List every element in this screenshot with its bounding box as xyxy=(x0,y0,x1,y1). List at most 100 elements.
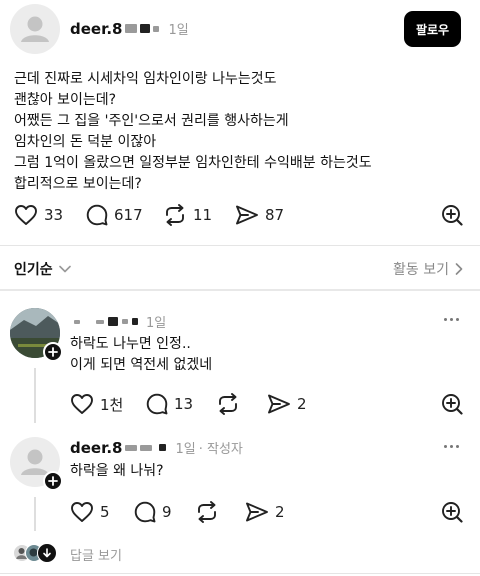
redacted-mark xyxy=(108,317,118,326)
redacted-mark xyxy=(74,319,80,324)
redacted-mark xyxy=(125,444,138,451)
share-button[interactable]: 2 xyxy=(267,393,307,415)
quote-button[interactable] xyxy=(441,393,463,419)
send-icon xyxy=(268,394,290,414)
share-count: 2 xyxy=(297,395,307,413)
thread-line xyxy=(34,497,36,531)
sort-dropdown[interactable]: 인기순 xyxy=(14,259,71,279)
share-count: 87 xyxy=(265,206,285,224)
chevron-down-icon xyxy=(58,265,71,273)
comment-count: 9 xyxy=(162,503,172,521)
follow-plus-badge[interactable] xyxy=(43,342,63,362)
post-username[interactable]: deer.8 xyxy=(70,20,122,38)
divider xyxy=(0,245,480,246)
divider xyxy=(0,573,480,574)
post-line: 괜찮아 보이는데? xyxy=(14,92,117,108)
repost-button[interactable] xyxy=(195,501,219,523)
comment-icon xyxy=(86,204,108,226)
reply-avatar xyxy=(37,543,57,563)
view-replies-label: 답글 보기 xyxy=(70,549,122,564)
send-icon xyxy=(236,205,258,225)
author-tag: · 작성자 xyxy=(198,442,243,457)
like-count: 33 xyxy=(44,206,64,224)
activity-label: 활동 보기 xyxy=(393,262,449,278)
post-line: 임차인의 돈 덕분 이잖아 xyxy=(14,134,157,150)
follow-button[interactable]: 팔로우 xyxy=(404,11,461,47)
redacted-mark xyxy=(159,444,167,451)
redacted-mark xyxy=(122,319,128,324)
redacted-mark xyxy=(132,318,138,325)
comment-icon xyxy=(134,501,156,523)
like-count: 1천 xyxy=(100,395,124,414)
comment-icon xyxy=(146,393,168,415)
reply-author-row: deer.8 1일 · 작성자 xyxy=(70,438,243,458)
comment-button[interactable]: 9 xyxy=(134,501,172,523)
reply-avatars-stack[interactable] xyxy=(13,543,59,565)
post-line: 합리적으로 보이는데? xyxy=(14,176,142,192)
quote-button[interactable] xyxy=(441,501,463,527)
chevron-right-icon xyxy=(455,263,463,275)
post-author-avatar[interactable] xyxy=(10,4,60,54)
plus-icon xyxy=(48,347,58,357)
share-button[interactable]: 87 xyxy=(235,204,284,226)
more-options-button[interactable] xyxy=(444,318,459,321)
quote-button[interactable] xyxy=(441,204,463,230)
heart-icon xyxy=(71,502,93,522)
add-quote-icon xyxy=(442,394,463,415)
sort-label: 인기순 xyxy=(14,262,53,278)
add-quote-icon xyxy=(442,205,463,226)
comment-count: 617 xyxy=(114,206,143,224)
repost-button[interactable] xyxy=(216,393,240,415)
comment-time: 1일 xyxy=(146,316,167,331)
comment-line: 이게 되면 역전세 없겠네 xyxy=(70,357,213,373)
like-count: 5 xyxy=(100,503,110,521)
repost-icon xyxy=(166,204,184,226)
post-line: 근데 진짜로 시세차익 임차인이랑 나누는것도 xyxy=(14,71,277,87)
comment-button[interactable]: 13 xyxy=(146,393,193,415)
redacted-mark xyxy=(96,319,104,324)
heart-icon xyxy=(15,205,37,225)
redacted-mark xyxy=(125,24,138,33)
repost-icon xyxy=(198,501,216,523)
like-button[interactable]: 33 xyxy=(14,204,63,226)
redacted-mark xyxy=(140,444,153,451)
like-button[interactable]: 5 xyxy=(70,501,110,523)
activity-view-link[interactable]: 활동 보기 xyxy=(393,259,463,279)
comment-count: 13 xyxy=(174,395,194,413)
repost-count: 11 xyxy=(193,206,213,224)
post-time: 1일 xyxy=(168,23,189,38)
reply-time: 1일 xyxy=(175,442,196,457)
thread-line xyxy=(34,368,36,423)
section-divider xyxy=(0,289,480,291)
follow-plus-badge[interactable] xyxy=(43,471,63,491)
share-button[interactable]: 2 xyxy=(245,501,285,523)
view-replies-link[interactable]: 답글 보기 xyxy=(70,545,122,564)
comment-author-row: 1일 xyxy=(70,312,166,331)
reply-body: 하락을 왜 나눠? xyxy=(70,461,460,482)
heart-icon xyxy=(71,394,93,414)
more-dots-icon xyxy=(444,445,459,448)
redacted-mark xyxy=(153,25,160,32)
arrow-down-icon xyxy=(43,548,51,558)
like-button[interactable]: 1천 xyxy=(70,393,123,415)
share-count: 2 xyxy=(275,503,285,521)
more-dots-icon xyxy=(444,318,459,321)
comment-button[interactable]: 617 xyxy=(86,204,143,226)
repost-button[interactable]: 11 xyxy=(163,204,212,226)
redacted-mark xyxy=(140,24,151,33)
plus-icon xyxy=(48,476,58,486)
more-options-button[interactable] xyxy=(444,445,459,448)
post-body: 근데 진짜로 시세차익 임차인이랑 나누는것도 괜찮아 보이는데? 어쨌든 그 … xyxy=(14,69,474,195)
add-quote-icon xyxy=(442,502,463,523)
repost-icon xyxy=(219,393,237,415)
comment-body: 하락도 나누면 인정.. 이게 되면 역전세 없겠네 xyxy=(70,334,460,376)
default-avatar-icon xyxy=(21,16,49,42)
post-line: 어쨌든 그 집을 '주인'으로서 권리를 행사하는게 xyxy=(14,113,289,129)
post-line: 그럼 1억이 올랐으면 일정부분 임차인한테 수익배분 하는것도 xyxy=(14,155,372,171)
send-icon xyxy=(246,502,268,522)
follow-button-label: 팔로우 xyxy=(415,22,450,37)
post-author-row: deer.8 1일 xyxy=(70,19,189,39)
comment-line: 하락도 나누면 인정.. xyxy=(70,336,191,352)
reply-username[interactable]: deer.8 xyxy=(70,439,122,457)
comment-line: 하락을 왜 나눠? xyxy=(70,463,164,479)
